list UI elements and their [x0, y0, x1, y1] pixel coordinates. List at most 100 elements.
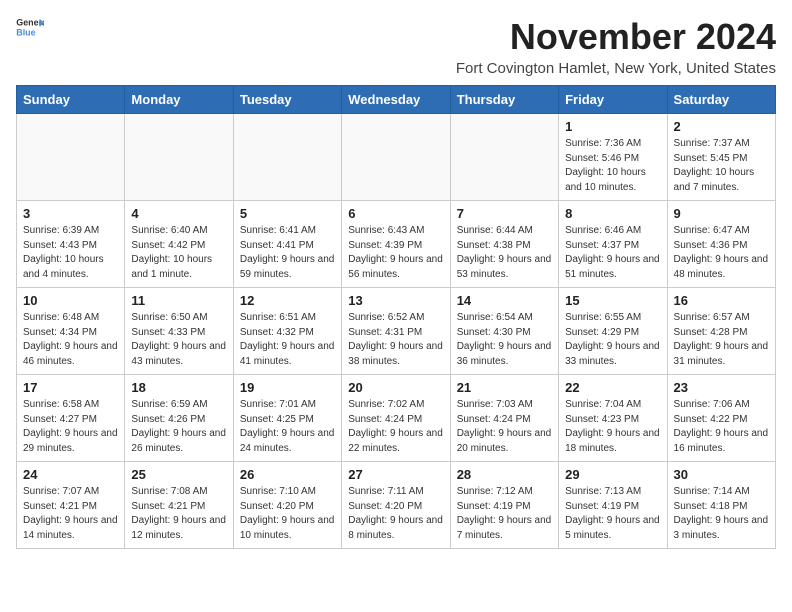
day-number: 9	[674, 206, 769, 221]
calendar-cell	[125, 114, 233, 201]
header-sunday: Sunday	[17, 86, 125, 114]
day-info: Sunrise: 7:06 AMSunset: 4:22 PMDaylight:…	[674, 398, 769, 456]
day-number: 29	[565, 467, 660, 482]
day-number: 1	[565, 119, 660, 134]
day-info: Sunrise: 6:59 AMSunset: 4:26 PMDaylight:…	[131, 398, 226, 456]
calendar-cell: 12 Sunrise: 6:51 AMSunset: 4:32 PMDayligh…	[233, 288, 341, 375]
header-friday: Friday	[559, 86, 667, 114]
calendar-cell: 25 Sunrise: 7:08 AMSunset: 4:21 PMDayligh…	[125, 462, 233, 549]
calendar-cell: 7 Sunrise: 6:44 AMSunset: 4:38 PMDaylight…	[450, 201, 558, 288]
day-number: 7	[457, 206, 552, 221]
day-info: Sunrise: 7:04 AMSunset: 4:23 PMDaylight:…	[565, 398, 660, 456]
logo: General Blue	[16, 16, 44, 38]
calendar-cell	[342, 114, 450, 201]
calendar-cell: 9 Sunrise: 6:47 AMSunset: 4:36 PMDaylight…	[667, 201, 775, 288]
calendar-cell: 17 Sunrise: 6:58 AMSunset: 4:27 PMDayligh…	[17, 375, 125, 462]
calendar-cell: 14 Sunrise: 6:54 AMSunset: 4:30 PMDayligh…	[450, 288, 558, 375]
calendar-cell	[233, 114, 341, 201]
day-info: Sunrise: 6:57 AMSunset: 4:28 PMDaylight:…	[674, 311, 769, 369]
day-number: 20	[348, 380, 443, 395]
day-info: Sunrise: 6:54 AMSunset: 4:30 PMDaylight:…	[457, 311, 552, 369]
calendar-cell: 8 Sunrise: 6:46 AMSunset: 4:37 PMDaylight…	[559, 201, 667, 288]
calendar-cell: 19 Sunrise: 7:01 AMSunset: 4:25 PMDayligh…	[233, 375, 341, 462]
calendar-cell: 18 Sunrise: 6:59 AMSunset: 4:26 PMDayligh…	[125, 375, 233, 462]
day-number: 28	[457, 467, 552, 482]
day-info: Sunrise: 7:02 AMSunset: 4:24 PMDaylight:…	[348, 398, 443, 456]
day-info: Sunrise: 6:58 AMSunset: 4:27 PMDaylight:…	[23, 398, 118, 456]
day-number: 25	[131, 467, 226, 482]
day-number: 6	[348, 206, 443, 221]
day-info: Sunrise: 6:46 AMSunset: 4:37 PMDaylight:…	[565, 224, 660, 282]
day-info: Sunrise: 7:08 AMSunset: 4:21 PMDaylight:…	[131, 485, 226, 543]
day-info: Sunrise: 6:39 AMSunset: 4:43 PMDaylight:…	[23, 224, 118, 282]
day-info: Sunrise: 6:40 AMSunset: 4:42 PMDaylight:…	[131, 224, 226, 282]
calendar-cell: 27 Sunrise: 7:11 AMSunset: 4:20 PMDayligh…	[342, 462, 450, 549]
day-info: Sunrise: 7:01 AMSunset: 4:25 PMDaylight:…	[240, 398, 335, 456]
calendar-week-1: 3 Sunrise: 6:39 AMSunset: 4:43 PMDaylight…	[17, 201, 776, 288]
day-info: Sunrise: 6:51 AMSunset: 4:32 PMDaylight:…	[240, 311, 335, 369]
day-info: Sunrise: 7:12 AMSunset: 4:19 PMDaylight:…	[457, 485, 552, 543]
calendar-week-3: 17 Sunrise: 6:58 AMSunset: 4:27 PMDayligh…	[17, 375, 776, 462]
calendar-cell: 24 Sunrise: 7:07 AMSunset: 4:21 PMDayligh…	[17, 462, 125, 549]
day-number: 15	[565, 293, 660, 308]
calendar-cell: 15Sunrise: 6:55 AMSunset: 4:29 PMDayligh…	[559, 288, 667, 375]
month-title: November 2024	[456, 16, 776, 58]
calendar-week-0: 1 Sunrise: 7:36 AMSunset: 5:46 PMDaylight…	[17, 114, 776, 201]
day-info: Sunrise: 6:48 AMSunset: 4:34 PMDaylight:…	[23, 311, 118, 369]
day-info: Sunrise: 6:44 AMSunset: 4:38 PMDaylight:…	[457, 224, 552, 282]
header-wednesday: Wednesday	[342, 86, 450, 114]
day-number: 12	[240, 293, 335, 308]
logo-icon: General Blue	[16, 16, 44, 38]
day-number: 26	[240, 467, 335, 482]
header-thursday: Thursday	[450, 86, 558, 114]
day-info: Sunrise: 6:47 AMSunset: 4:36 PMDaylight:…	[674, 224, 769, 282]
svg-text:Blue: Blue	[16, 27, 35, 37]
day-number: 17	[23, 380, 118, 395]
day-number: 4	[131, 206, 226, 221]
header-saturday: Saturday	[667, 86, 775, 114]
day-info: Sunrise: 7:11 AMSunset: 4:20 PMDaylight:…	[348, 485, 443, 543]
day-number: 11	[131, 293, 226, 308]
day-number: 13	[348, 293, 443, 308]
calendar-cell	[450, 114, 558, 201]
header-tuesday: Tuesday	[233, 86, 341, 114]
day-number: 8	[565, 206, 660, 221]
day-number: 30	[674, 467, 769, 482]
day-number: 18	[131, 380, 226, 395]
calendar-cell: 23Sunrise: 7:06 AMSunset: 4:22 PMDayligh…	[667, 375, 775, 462]
day-info: Sunrise: 7:14 AMSunset: 4:18 PMDaylight:…	[674, 485, 769, 543]
calendar-cell: 13 Sunrise: 6:52 AMSunset: 4:31 PMDayligh…	[342, 288, 450, 375]
calendar-cell: 10 Sunrise: 6:48 AMSunset: 4:34 PMDayligh…	[17, 288, 125, 375]
day-number: 19	[240, 380, 335, 395]
calendar-cell: 5Sunrise: 6:41 AMSunset: 4:41 PMDaylight…	[233, 201, 341, 288]
calendar-cell: 1 Sunrise: 7:36 AMSunset: 5:46 PMDaylight…	[559, 114, 667, 201]
calendar-cell: 21Sunrise: 7:03 AMSunset: 4:24 PMDayligh…	[450, 375, 558, 462]
header: General Blue November 2024 Fort Covingto…	[16, 16, 776, 77]
day-info: Sunrise: 7:36 AMSunset: 5:46 PMDaylight:…	[565, 137, 660, 195]
day-info: Sunrise: 7:07 AMSunset: 4:21 PMDaylight:…	[23, 485, 118, 543]
title-area: November 2024 Fort Covington Hamlet, New…	[456, 16, 776, 77]
calendar-cell: 3 Sunrise: 6:39 AMSunset: 4:43 PMDaylight…	[17, 201, 125, 288]
day-number: 24	[23, 467, 118, 482]
day-info: Sunrise: 7:37 AMSunset: 5:45 PMDaylight:…	[674, 137, 769, 195]
day-number: 3	[23, 206, 118, 221]
day-number: 27	[348, 467, 443, 482]
day-info: Sunrise: 6:52 AMSunset: 4:31 PMDaylight:…	[348, 311, 443, 369]
day-info: Sunrise: 7:10 AMSunset: 4:20 PMDaylight:…	[240, 485, 335, 543]
calendar-cell: 22 Sunrise: 7:04 AMSunset: 4:23 PMDayligh…	[559, 375, 667, 462]
location-title: Fort Covington Hamlet, New York, United …	[456, 60, 776, 77]
calendar-cell: 26 Sunrise: 7:10 AMSunset: 4:20 PMDayligh…	[233, 462, 341, 549]
day-number: 22	[565, 380, 660, 395]
calendar-cell: 16Sunrise: 6:57 AMSunset: 4:28 PMDayligh…	[667, 288, 775, 375]
calendar: SundayMondayTuesdayWednesdayThursdayFrid…	[16, 85, 776, 549]
calendar-cell: 2Sunrise: 7:37 AMSunset: 5:45 PMDaylight…	[667, 114, 775, 201]
day-number: 10	[23, 293, 118, 308]
calendar-cell: 11 Sunrise: 6:50 AMSunset: 4:33 PMDayligh…	[125, 288, 233, 375]
day-number: 5	[240, 206, 335, 221]
calendar-header-row: SundayMondayTuesdayWednesdayThursdayFrid…	[17, 86, 776, 114]
day-number: 14	[457, 293, 552, 308]
day-info: Sunrise: 6:50 AMSunset: 4:33 PMDaylight:…	[131, 311, 226, 369]
day-info: Sunrise: 6:43 AMSunset: 4:39 PMDaylight:…	[348, 224, 443, 282]
calendar-cell: 29Sunrise: 7:13 AMSunset: 4:19 PMDayligh…	[559, 462, 667, 549]
calendar-cell	[17, 114, 125, 201]
